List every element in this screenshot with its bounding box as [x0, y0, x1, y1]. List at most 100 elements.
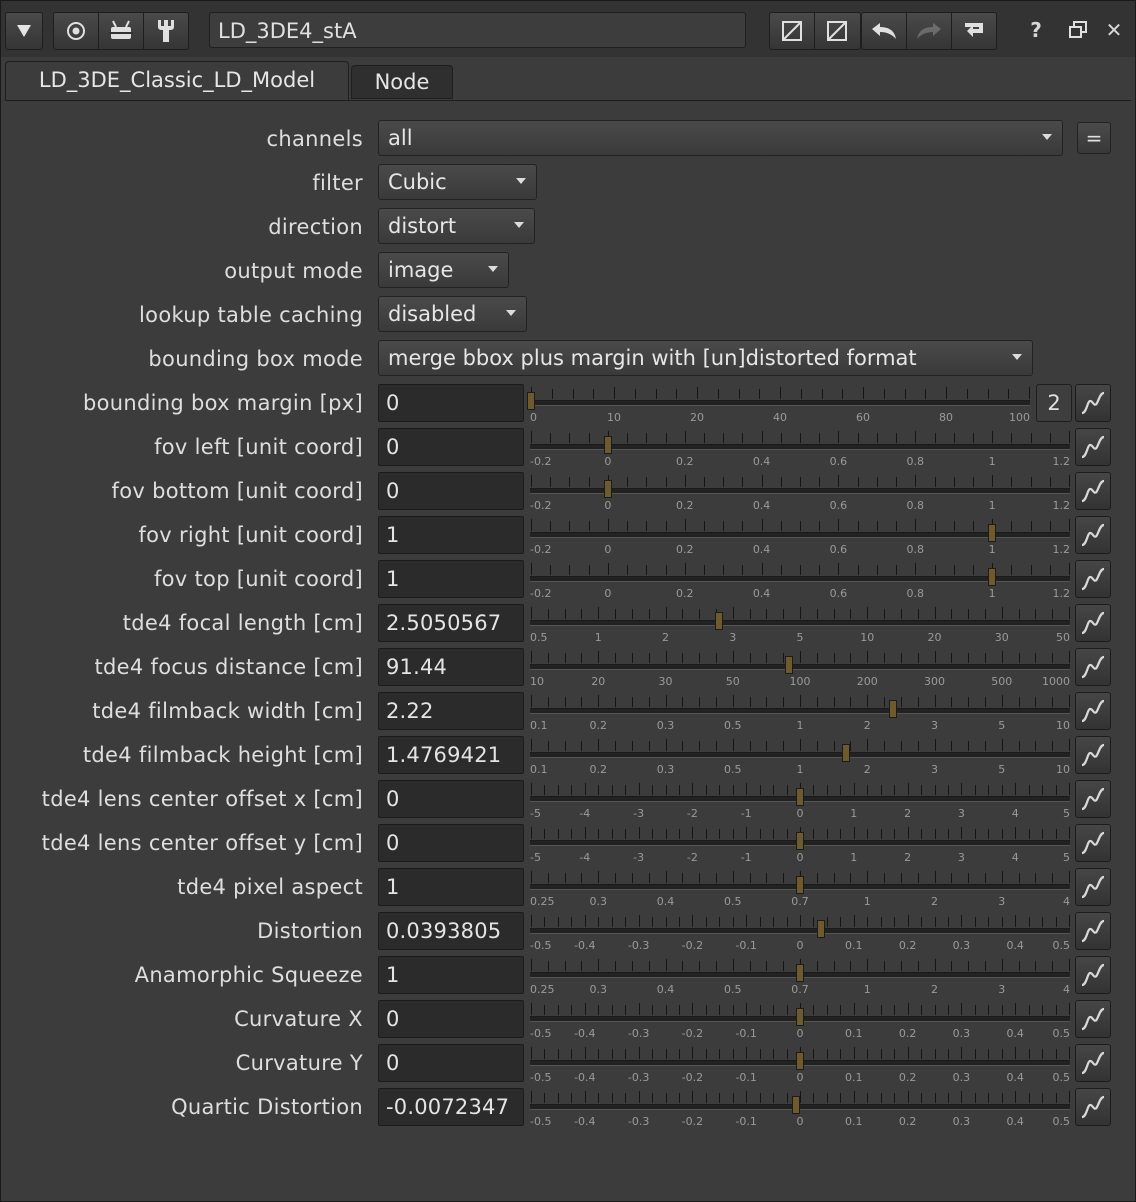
curvature-x-input[interactable]: 0: [378, 1000, 524, 1038]
slider-handle[interactable]: [796, 1008, 804, 1026]
fov-top-unit-coord-input[interactable]: 1: [378, 560, 524, 598]
slider-tick: [684, 563, 686, 575]
slider-handle[interactable]: [796, 876, 804, 894]
slider-tick: [1042, 1005, 1044, 1015]
viewer-button[interactable]: [54, 13, 98, 49]
channels-link-button[interactable]: =: [1077, 122, 1111, 154]
slider-handle[interactable]: [988, 524, 997, 542]
quartic-distortion-input[interactable]: -0.0072347: [378, 1088, 524, 1126]
fov-top-unit-coord-animation-button[interactable]: [1075, 560, 1111, 598]
tde4-focus-distance-cm-input[interactable]: 91.44: [378, 648, 524, 686]
quartic-distortion-slider[interactable]: -0.5 -0.4 -0.3 -0.2 -0.1 0 0.1 0.2 0.3 0.4 0.5: [530, 1089, 1070, 1131]
node-graph-button[interactable]: [99, 13, 143, 49]
curvature-x-animation-button[interactable]: [1075, 1000, 1111, 1038]
fov-left-unit-coord-animation-button[interactable]: [1075, 428, 1111, 466]
redo-button[interactable]: [907, 13, 951, 49]
quartic-distortion-animation-button[interactable]: [1075, 1088, 1111, 1126]
distortion-animation-button[interactable]: [1075, 912, 1111, 950]
tde4-pixel-aspect-slider[interactable]: 0.25 0.3 0.4 0.5 0.7 1 2 3 4: [530, 869, 1070, 911]
tde4-filmback-width-cm-animation-button[interactable]: [1075, 692, 1111, 730]
slider-handle[interactable]: [889, 700, 898, 718]
anamorphic-squeeze-input[interactable]: 1: [378, 956, 524, 994]
bounding-box-mode-dropdown[interactable]: merge bbox plus margin with [un]distorte…: [378, 340, 1033, 376]
wrench-button[interactable]: [144, 13, 188, 49]
collapse-button[interactable]: [5, 12, 43, 50]
fov-left-unit-coord-slider[interactable]: -0.2 0 0.2 0.4 0.6 0.8 1 1.2: [530, 429, 1070, 471]
bounding-box-margin-px-slider[interactable]: 0 10 20 40 60 80 100: [527, 385, 1030, 427]
slider-tick: [907, 827, 909, 839]
node-name-field[interactable]: LD_3DE4_stA: [209, 12, 746, 48]
tde4-filmback-height-cm-input[interactable]: 1.4769421: [378, 736, 524, 774]
slider-handle[interactable]: [785, 656, 794, 674]
tde4-lens-center-offset-x-cm-animation-button[interactable]: [1075, 780, 1111, 818]
anamorphic-squeeze-animation-button[interactable]: [1075, 956, 1111, 994]
tde4-lens-center-offset-x-cm-slider[interactable]: -5 -4 -3 -2 -1 0 1 2 3 4 5: [530, 781, 1070, 823]
tde4-pixel-aspect-input[interactable]: 1: [378, 868, 524, 906]
slider-tick: [921, 1049, 923, 1059]
tab-node[interactable]: Node: [351, 65, 453, 99]
curvature-y-input[interactable]: 0: [378, 1044, 524, 1082]
output-mode-dropdown[interactable]: image: [378, 252, 509, 288]
tde4-filmback-height-cm-animation-button[interactable]: [1075, 736, 1111, 774]
tde4-filmback-width-cm-slider[interactable]: 0.1 0.2 0.3 0.5 1 2 3 5 10: [530, 693, 1070, 735]
tde4-lens-center-offset-y-cm-animation-button[interactable]: [1075, 824, 1111, 862]
close-button[interactable]: ✕: [1099, 12, 1129, 48]
fov-bottom-unit-coord-input[interactable]: 0: [378, 472, 524, 510]
fov-top-unit-coord-slider[interactable]: -0.2 0 0.2 0.4 0.6 0.8 1 1.2: [530, 561, 1070, 603]
distortion-input[interactable]: 0.0393805: [378, 912, 524, 950]
slider-handle[interactable]: [796, 832, 804, 850]
tab-ld-model[interactable]: LD_3DE_Classic_LD_Model: [5, 61, 349, 101]
tde4-pixel-aspect-animation-button[interactable]: [1075, 868, 1111, 906]
output-mode-value: image: [388, 258, 454, 282]
tde4-lens-center-offset-y-cm-input[interactable]: 0: [378, 824, 524, 862]
curvature-x-slider[interactable]: -0.5 -0.4 -0.3 -0.2 -0.1 0 0.1 0.2 0.3 0.4 0.5: [530, 1001, 1070, 1043]
curvature-y-animation-button[interactable]: [1075, 1044, 1111, 1082]
filter-dropdown[interactable]: Cubic: [378, 164, 537, 200]
fov-bottom-unit-coord-slider[interactable]: -0.2 0 0.2 0.4 0.6 0.8 1 1.2: [530, 473, 1070, 515]
channels-dropdown[interactable]: all: [378, 120, 1063, 156]
slider-tick: [699, 653, 701, 663]
slider-handle[interactable]: [715, 612, 724, 630]
tde4-lens-center-offset-y-cm-slider[interactable]: -5 -4 -3 -2 -1 0 1 2 3 4 5: [530, 825, 1070, 867]
slider-handle[interactable]: [988, 568, 997, 586]
slider-tick: [917, 961, 919, 971]
color-chip-button-2[interactable]: [815, 13, 859, 49]
float-button[interactable]: [1063, 12, 1093, 48]
slider-handle[interactable]: [792, 1096, 801, 1114]
tde4-focal-length-cm-animation-button[interactable]: [1075, 604, 1111, 642]
tde4-filmback-height-cm-slider[interactable]: 0.1 0.2 0.3 0.5 1 2 3 5 10: [530, 737, 1070, 779]
tde4-focus-distance-cm-slider[interactable]: 10 20 30 50 100 200 300 500 1000: [530, 649, 1070, 691]
anamorphic-squeeze-slider[interactable]: 0.25 0.3 0.4 0.5 0.7 1 2 3 4: [530, 957, 1070, 999]
slider-handle[interactable]: [796, 1052, 804, 1070]
tde4-lens-center-offset-x-cm-input[interactable]: 0: [378, 780, 524, 818]
slider-handle[interactable]: [816, 920, 825, 938]
fov-left-unit-coord-input[interactable]: 0: [378, 428, 524, 466]
curvature-y-slider[interactable]: -0.5 -0.4 -0.3 -0.2 -0.1 0 0.1 0.2 0.3 0.4 0.5: [530, 1045, 1070, 1087]
bounding-box-margin-px-animation-button[interactable]: [1075, 384, 1111, 422]
distortion-slider[interactable]: -0.5 -0.4 -0.3 -0.2 -0.1 0 0.1 0.2 0.3 0.4 0.5: [530, 913, 1070, 955]
bounding-box-margin-px-input[interactable]: 0: [378, 384, 524, 422]
slider-handle[interactable]: [841, 744, 850, 762]
color-chip-button-1[interactable]: [770, 13, 814, 49]
undo-button[interactable]: [862, 13, 906, 49]
direction-dropdown[interactable]: distort: [378, 208, 535, 244]
tde4-focus-distance-cm-animation-button[interactable]: [1075, 648, 1111, 686]
fov-right-unit-coord-animation-button[interactable]: [1075, 516, 1111, 554]
slider-handle[interactable]: [603, 436, 612, 454]
tde4-filmback-width-cm-input[interactable]: 2.22: [378, 692, 524, 730]
slider-tick: [705, 829, 707, 839]
fov-bottom-unit-coord-animation-button[interactable]: [1075, 472, 1111, 510]
tde4-focal-length-cm-slider[interactable]: 0.5 1 2 3 5 10 20 30 50: [530, 605, 1070, 647]
slider-handle[interactable]: [796, 964, 804, 982]
revert-button[interactable]: [952, 13, 996, 49]
slider-handle[interactable]: [527, 392, 535, 410]
fov-right-unit-coord-slider[interactable]: -0.2 0 0.2 0.4 0.6 0.8 1 1.2: [530, 517, 1070, 559]
slider-handle[interactable]: [796, 788, 804, 806]
help-button[interactable]: ?: [1021, 12, 1051, 48]
slider-tick: [1069, 695, 1070, 707]
slider-handle[interactable]: [603, 480, 612, 498]
tde4-focal-length-cm-input[interactable]: 2.5050567: [378, 604, 524, 642]
lookup-table-caching-dropdown[interactable]: disabled: [378, 296, 527, 332]
fov-right-unit-coord-input[interactable]: 1: [378, 516, 524, 554]
margin-multiplier-button[interactable]: 2: [1036, 384, 1072, 422]
